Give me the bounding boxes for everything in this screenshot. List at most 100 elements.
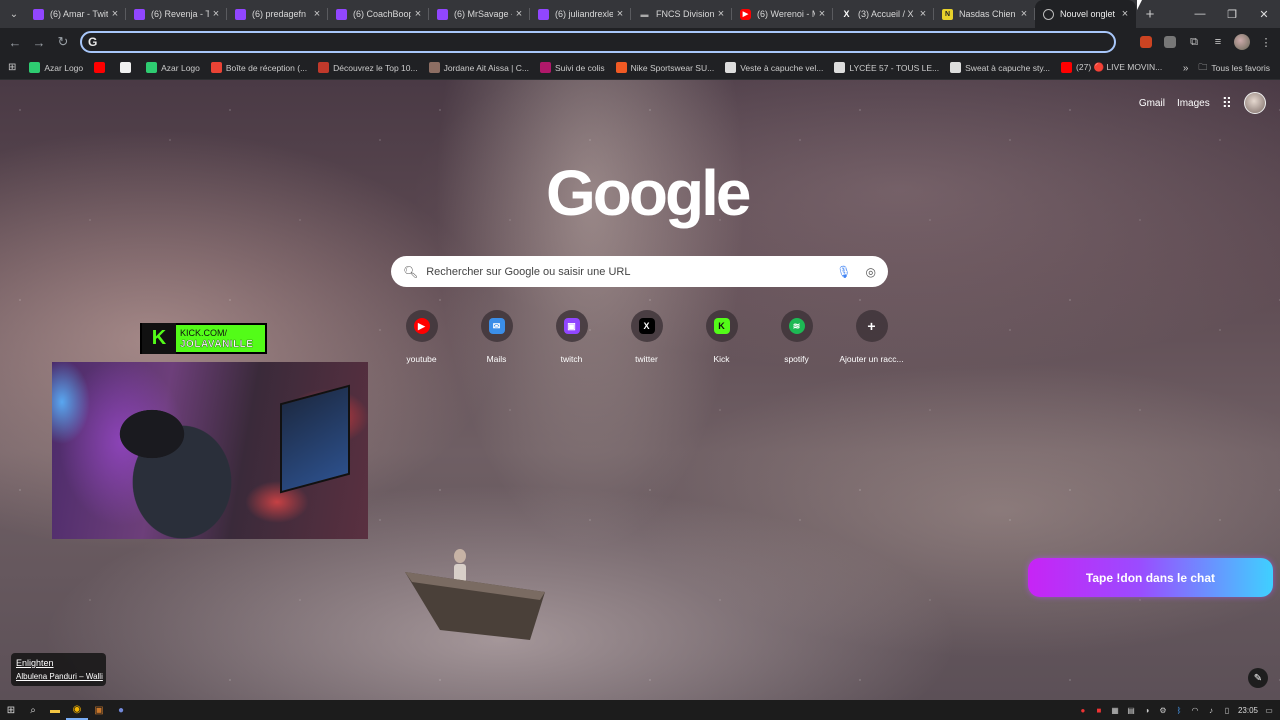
- browser-tab[interactable]: (6) Revenja - Tv ×: [126, 0, 227, 28]
- extension-icon[interactable]: [1138, 34, 1154, 50]
- shortcut-tile-kick[interactable]: K Kick: [684, 310, 759, 364]
- customize-pencil-icon[interactable]: ✎: [1248, 668, 1268, 688]
- all-bookmarks-label: Tous les favoris: [1211, 63, 1270, 73]
- search-input[interactable]: [426, 265, 829, 278]
- browser-tab[interactable]: N Nasdas Chien ×: [934, 0, 1035, 28]
- gmail-link[interactable]: Gmail: [1139, 98, 1165, 109]
- shortcut-tile-twitter[interactable]: Xtwitter: [609, 310, 684, 364]
- windows-start-icon[interactable]: ⊞: [0, 700, 22, 720]
- shortcuts-row: ▶ youtube ✉ Mails ▣ twitch Xtwitter K Kick ≋ spoti…: [384, 310, 909, 364]
- back-button[interactable]: ←: [3, 30, 27, 54]
- address-bar[interactable]: G: [80, 31, 1116, 53]
- tray-app-icon[interactable]: ▦: [1110, 705, 1120, 715]
- tab-title: (6) Amar - Twit: [50, 9, 108, 19]
- shortcut-tile-spotify[interactable]: ≋ spotify: [759, 310, 834, 364]
- microphone-icon[interactable]: 🎙︎: [836, 265, 851, 279]
- tab-close-icon[interactable]: ×: [1017, 8, 1031, 20]
- shortcut-tile-mails[interactable]: ✉ Mails: [459, 310, 534, 364]
- twitch-icon: [235, 8, 246, 20]
- minimize-button[interactable]: —: [1184, 0, 1216, 28]
- battery-icon[interactable]: ▯: [1222, 705, 1232, 715]
- tab-close-icon[interactable]: ×: [108, 8, 122, 20]
- bookmark-item[interactable]: Découvrez le Top 10...: [318, 62, 418, 73]
- shortcut-tile-twitch[interactable]: ▣ twitch: [534, 310, 609, 364]
- bookmark-item[interactable]: Azar Logo: [29, 62, 83, 73]
- bookmark-item[interactable]: (27) 🔴 LIVE MOVIN...: [1061, 62, 1162, 73]
- shortcut-tile-youtube[interactable]: ▶ youtube: [384, 310, 459, 364]
- tab-close-icon[interactable]: ×: [310, 8, 324, 20]
- profile-button[interactable]: [1234, 34, 1250, 50]
- tab-close-icon[interactable]: ×: [1118, 8, 1132, 20]
- bluetooth-icon[interactable]: ᛒ: [1174, 705, 1184, 715]
- apps-grid-icon[interactable]: ⊞: [8, 62, 16, 73]
- google-apps-icon[interactable]: ⠿: [1222, 95, 1232, 112]
- tray-app-icon[interactable]: ▤: [1126, 705, 1136, 715]
- browser-tab[interactable]: (6) Amar - Twit ×: [25, 0, 126, 28]
- tab-close-icon[interactable]: ×: [512, 8, 526, 20]
- bookmark-label: (27) 🔴 LIVE MOVIN...: [1076, 62, 1163, 72]
- all-bookmarks-button[interactable]: 🗀 Tous les favoris: [1198, 60, 1270, 76]
- bookmark-item[interactable]: Veste à capuche vel...: [725, 62, 823, 73]
- extensions-puzzle-icon[interactable]: ⧉: [1186, 34, 1202, 50]
- account-avatar[interactable]: [1244, 92, 1266, 114]
- notifications-icon[interactable]: ▭: [1264, 705, 1274, 715]
- restore-button[interactable]: ❐: [1216, 0, 1248, 28]
- bookmark-item[interactable]: Sweat à capuche sty...: [950, 62, 1050, 73]
- track-artist[interactable]: Albulena Panduri – Walli: [16, 670, 103, 683]
- tab-close-icon[interactable]: ×: [714, 8, 728, 20]
- shortcut-label: Ajouter un racc...: [839, 354, 904, 364]
- bookmark-item[interactable]: LYCÉE 57 - TOUS LE...: [834, 62, 939, 73]
- browser-tab[interactable]: (6) CoachBoop ×: [328, 0, 429, 28]
- bookmark-item[interactable]: [120, 62, 135, 73]
- record-icon[interactable]: ■: [1094, 705, 1104, 715]
- bookmarks-bar: ⊞ Azar Logo Azar Logo Boîte de réception (…: [0, 56, 1280, 80]
- tray-app-icon[interactable]: ◑: [1142, 705, 1152, 715]
- media-control-icon[interactable]: ≡: [1210, 34, 1226, 50]
- shortcut-tile-ajouter-un-racc-[interactable]: + Ajouter un racc...: [834, 310, 909, 364]
- bookmark-label: Veste à capuche vel...: [740, 62, 824, 73]
- new-tab-button[interactable]: +: [1140, 4, 1160, 24]
- browser-tab[interactable]: ▬ FNCS Division ×: [631, 0, 732, 28]
- bookmark-item[interactable]: Azar Logo: [146, 62, 200, 73]
- file-explorer-icon[interactable]: ▬: [44, 700, 66, 720]
- tab-close-icon[interactable]: ×: [411, 8, 425, 20]
- images-link[interactable]: Images: [1177, 98, 1210, 109]
- microphone-icon[interactable]: ●: [1078, 705, 1088, 715]
- browser-tab[interactable]: (6) MrSavage - ×: [429, 0, 530, 28]
- app-icon[interactable]: ▣: [88, 700, 110, 720]
- browser-tab[interactable]: Nouvel onglet ×: [1035, 0, 1136, 28]
- browser-tab[interactable]: ▶ (6) Werenoi - M ×: [732, 0, 833, 28]
- forward-button[interactable]: →: [27, 30, 51, 54]
- browser-tab[interactable]: (6) juliandrexle ×: [530, 0, 631, 28]
- tab-close-icon[interactable]: ×: [209, 8, 223, 20]
- tab-close-icon[interactable]: ×: [613, 8, 627, 20]
- browser-tab[interactable]: (6) predagefn ×: [227, 0, 328, 28]
- bookmark-item[interactable]: Nike Sportswear SU...: [615, 62, 714, 73]
- bookmark-item[interactable]: Boîte de réception (...: [210, 62, 307, 73]
- menu-kebab-icon[interactable]: ⋮: [1258, 34, 1274, 50]
- tab-search-button[interactable]: ⌄: [3, 4, 25, 24]
- discord-icon[interactable]: ●: [110, 700, 132, 720]
- tab-close-icon[interactable]: ×: [815, 8, 829, 20]
- google-lens-icon[interactable]: ◎: [866, 265, 876, 279]
- mail-icon: ✉: [488, 318, 505, 334]
- browser-tab[interactable]: X (3) Accueil / X ×: [833, 0, 934, 28]
- bookmark-item[interactable]: [94, 62, 109, 73]
- bookmark-item[interactable]: Suivi de colis: [539, 62, 605, 73]
- google-search-box[interactable]: 🔍︎ 🎙︎ ◎: [391, 256, 888, 287]
- bookmarks-overflow-icon[interactable]: »: [1183, 63, 1189, 74]
- wifi-icon[interactable]: ◠: [1190, 705, 1200, 715]
- tab-close-icon[interactable]: ×: [916, 8, 930, 20]
- volume-icon[interactable]: ♪: [1206, 705, 1216, 715]
- address-input[interactable]: [103, 35, 1114, 49]
- close-window-button[interactable]: ✕: [1248, 0, 1280, 28]
- reload-button[interactable]: ↻: [51, 30, 75, 54]
- chrome-icon[interactable]: ◉: [66, 700, 88, 720]
- track-title[interactable]: Enlighten: [16, 657, 101, 670]
- extension-icon[interactable]: [1162, 34, 1178, 50]
- tray-app-icon[interactable]: ⚙: [1158, 705, 1168, 715]
- search-icon[interactable]: ⌕: [22, 700, 44, 720]
- twitch-icon: [134, 8, 145, 20]
- bookmark-item[interactable]: Jordane Ait Aissa | C...: [428, 62, 529, 73]
- clock[interactable]: 23:05: [1238, 706, 1258, 715]
